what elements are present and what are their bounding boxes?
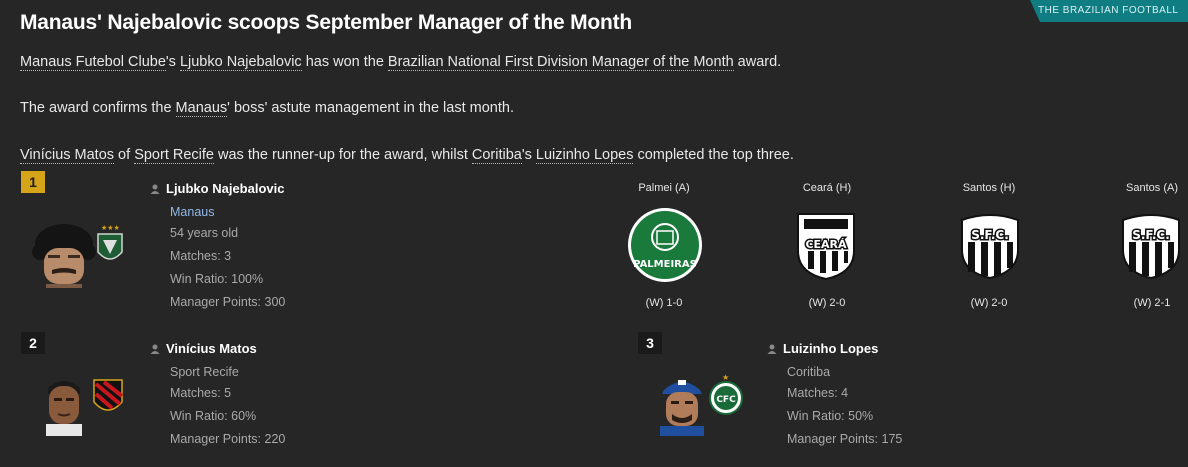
manager-name-label: Luizinho Lopes [783,341,879,356]
club-link-manaus-2[interactable]: Manaus [175,100,228,117]
person-icon [150,344,160,354]
palmeiras-crest-text: PALMEIRAS [633,259,697,270]
manager-face-lopes[interactable] [656,374,708,436]
manager-matches: Matches: 4 [787,386,849,400]
fixture-result-1: (W) 1-0 [645,297,683,309]
rank-badge-2: 2 [21,332,45,354]
manager-club: Sport Recife [170,365,239,379]
fixture-result-3: (W) 2-0 [970,297,1008,309]
manager-matches: Matches: 5 [170,386,232,400]
club-link-manaus-card[interactable]: Manaus [170,205,214,219]
rank-badge-1: 1 [21,171,45,193]
svg-text:★: ★ [722,373,729,382]
rank-badge-3: 3 [638,332,662,354]
manager-matches: Matches: 3 [170,249,232,263]
text: was the runner-up for the award, whilst [213,147,472,163]
person-icon [767,344,777,354]
coritiba-crest[interactable]: ★ CFC [708,372,744,418]
ceara-crest-text: CEARÁ [805,238,847,251]
article-paragraph-2: The award confirms the Manaus' boss' ast… [20,100,514,117]
manager-age: 54 years old [170,226,239,240]
text: award. [733,54,782,70]
santos-crest-2[interactable]: S.F.C. [1117,210,1185,280]
manager-points: Manager Points: 220 [170,432,286,446]
article-paragraph-1: Manaus Futebol Clube's Ljubko Najebalovi… [20,54,782,71]
club-link-manaus[interactable]: Manaus Futebol Clube [20,54,166,71]
fixture-opponent-4: Santos (A) [1126,182,1178,194]
manager-link-najebalovic[interactable]: Ljubko Najebalovic [179,54,302,71]
fixture-result-4: (W) 2-1 [1133,297,1171,309]
fixture-opponent-2: Ceará (H) [802,182,852,194]
manager-win-ratio: Win Ratio: 100% [170,272,264,286]
competition-link[interactable]: Brazilian National First Division Manage… [387,54,734,71]
manager-name-label: Ljubko Najebalovic [166,181,285,196]
manager-face-matos[interactable] [42,374,86,436]
manager-link-matos[interactable]: Vinícius Matos [20,147,115,164]
person-icon [150,184,160,194]
sport-recife-crest[interactable] [90,374,126,420]
coritiba-crest-text: CFC [716,395,736,405]
text: The award confirms the [20,100,176,116]
manager-face-najebalovic[interactable] [32,222,96,288]
manager-club: Coritiba [787,365,831,379]
text: completed the top three. [633,147,794,163]
section-tag[interactable]: THE BRAZILIAN FOOTBALL [1030,0,1188,22]
svg-text:★★★: ★★★ [101,224,120,232]
club-link-coritiba[interactable]: Coritiba [471,147,522,164]
fixture-opponent-3: Santos (H) [962,182,1016,194]
manager-win-ratio: Win Ratio: 60% [170,409,257,423]
text: of [114,147,135,163]
santos-crest-1[interactable]: S.F.C. [956,210,1024,280]
text: has won the [301,54,388,70]
club-link-sport-recife[interactable]: Sport Recife [134,147,214,164]
article-paragraph-3: Vinícius Matos of Sport Recife was the r… [20,147,794,164]
text: ' boss' astute management in the last mo… [227,100,514,116]
ceara-crest[interactable]: CEARÁ [794,211,858,281]
manager-link-lopes[interactable]: Luizinho Lopes [535,147,634,164]
manager-points: Manager Points: 300 [170,295,286,309]
manaus-crest[interactable]: ★★★ [94,222,126,268]
fixture-result-2: (W) 2-0 [808,297,846,309]
text: 's [165,54,180,70]
santos-crest-text: S.F.C. [1132,228,1170,242]
manager-points: Manager Points: 175 [787,432,903,446]
text: 's [521,147,536,163]
manager-name-najebalovic[interactable]: Ljubko Najebalovic [150,181,284,196]
article-headline: Manaus' Najebalovic scoops September Man… [20,11,633,34]
palmeiras-crest[interactable]: PALMEIRAS [627,207,703,283]
manager-name-label: Vinícius Matos [166,341,257,356]
manager-win-ratio: Win Ratio: 50% [787,409,874,423]
manager-name-lopes[interactable]: Luizinho Lopes [767,341,878,356]
santos-crest-text: S.F.C. [971,228,1009,242]
manager-name-matos[interactable]: Vinícius Matos [150,341,257,356]
fixture-opponent-1: Palmei (A) [638,182,690,194]
